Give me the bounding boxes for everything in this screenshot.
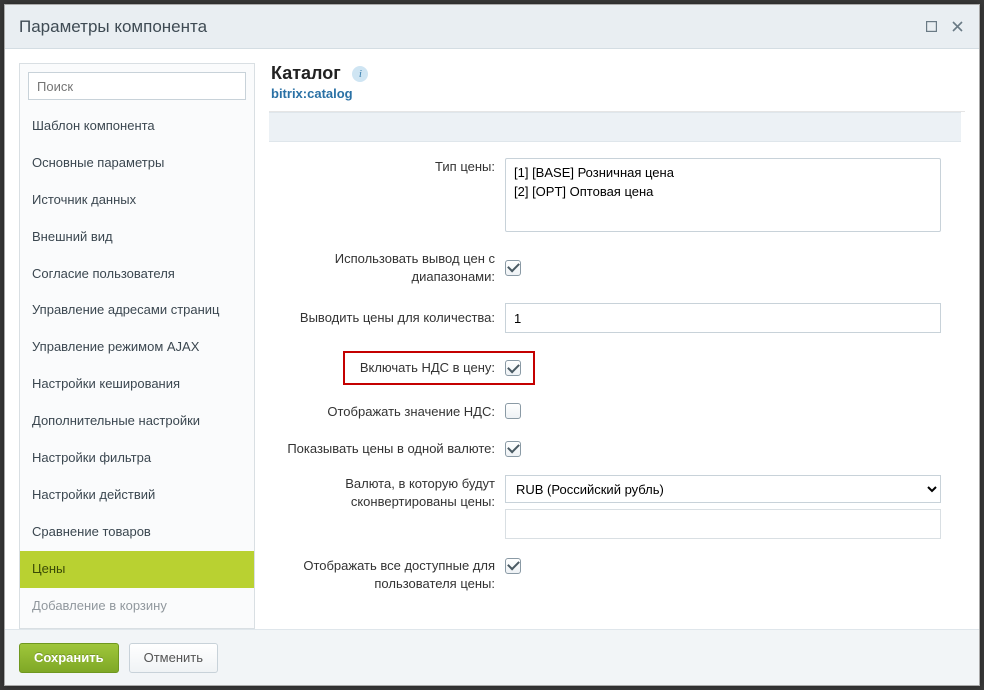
sidebar-item-data-source[interactable]: Источник данных [20, 182, 254, 219]
row-include-vat-wrap: Включать НДС в цену: [269, 351, 961, 385]
checkbox-show-all-user-prices[interactable] [505, 558, 521, 574]
sidebar-item-compare[interactable]: Сравнение товаров [20, 514, 254, 551]
save-button[interactable]: Сохранить [19, 643, 119, 673]
sidebar-item-prices[interactable]: Цены [20, 551, 254, 588]
row-include-vat: Включать НДС в цену: [343, 351, 535, 385]
row-convert-currency: Валюта, в которую будут сконвертированы … [269, 475, 961, 539]
input-show-price-count[interactable] [505, 303, 941, 333]
row-show-all-user-prices: Отображать все доступные для пользовател… [269, 557, 961, 592]
dialog-body: Шаблон компонента Основные параметры Ист… [5, 49, 979, 629]
label-use-price-ranges: Использовать вывод цен с диапазонами: [269, 250, 505, 285]
sidebar-item-appearance[interactable]: Внешний вид [20, 219, 254, 256]
sidebar-item-filter[interactable]: Настройки фильтра [20, 440, 254, 477]
cancel-button[interactable]: Отменить [129, 643, 218, 673]
checkbox-use-price-ranges[interactable] [505, 260, 521, 276]
sidebar-item-template[interactable]: Шаблон компонента [20, 108, 254, 145]
section-band [269, 112, 961, 142]
info-icon[interactable]: i [352, 66, 368, 82]
checkbox-single-currency[interactable] [505, 441, 521, 457]
component-code: bitrix:catalog [271, 86, 965, 101]
select-price-type[interactable]: [1] [BASE] Розничная цена [2] [OPT] Опто… [505, 158, 941, 232]
sidebar-item-main-params[interactable]: Основные параметры [20, 145, 254, 182]
window-title: Параметры компонента [19, 17, 913, 37]
label-show-all-user-prices: Отображать все доступные для пользовател… [269, 557, 505, 592]
sidebar-item-urls[interactable]: Управление адресами страниц [20, 292, 254, 329]
sidebar-item-additional[interactable]: Дополнительные настройки [20, 403, 254, 440]
sidebar-item-cache[interactable]: Настройки кеширования [20, 366, 254, 403]
sidebar: Шаблон компонента Основные параметры Ист… [19, 63, 255, 629]
form-scroll[interactable]: Тип цены: [1] [BASE] Розничная цена [2] … [269, 112, 965, 629]
row-price-type: Тип цены: [1] [BASE] Розничная цена [2] … [269, 158, 961, 232]
label-price-type: Тип цены: [269, 158, 505, 176]
form-area: Тип цены: [1] [BASE] Розничная цена [2] … [269, 111, 965, 629]
row-show-vat: Отображать значение НДС: [269, 403, 961, 422]
row-show-price-count: Выводить цены для количества: [269, 303, 961, 333]
sidebar-nav[interactable]: Шаблон компонента Основные параметры Ист… [20, 108, 254, 628]
option-price-type-1[interactable]: [2] [OPT] Оптовая цена [510, 182, 936, 201]
sidebar-item-consent[interactable]: Согласие пользователя [20, 256, 254, 293]
search-input[interactable] [28, 72, 246, 100]
extra-currency-box[interactable] [505, 509, 941, 539]
row-use-price-ranges: Использовать вывод цен с диапазонами: [269, 250, 961, 285]
checkbox-include-vat[interactable] [505, 360, 521, 376]
row-single-currency: Показывать цены в одной валюте: [269, 440, 961, 458]
footer: Сохранить Отменить [5, 629, 979, 685]
sidebar-item-actions[interactable]: Настройки действий [20, 477, 254, 514]
checkbox-show-vat[interactable] [505, 403, 521, 419]
label-show-vat: Отображать значение НДС: [269, 403, 505, 421]
label-convert-currency: Валюта, в которую будут сконвертированы … [269, 475, 505, 510]
maximize-button[interactable] [923, 19, 939, 35]
label-show-price-count: Выводить цены для количества: [269, 309, 505, 327]
label-single-currency: Показывать цены в одной валюте: [269, 440, 505, 458]
main-header: Каталог i bitrix:catalog [269, 63, 965, 111]
sidebar-item-ajax[interactable]: Управление режимом AJAX [20, 329, 254, 366]
component-title: Каталог [271, 63, 341, 84]
option-price-type-0[interactable]: [1] [BASE] Розничная цена [510, 163, 936, 182]
sidebar-item-add-to-cart[interactable]: Добавление в корзину [20, 588, 254, 625]
dialog-window: Параметры компонента Шаблон компонента О… [4, 4, 980, 686]
select-convert-currency[interactable]: RUB (Российский рубль) [505, 475, 941, 503]
close-button[interactable] [949, 19, 965, 35]
main-panel: Каталог i bitrix:catalog Тип цены: [1] [… [269, 63, 965, 629]
search-wrap [20, 64, 254, 108]
label-include-vat: Включать НДС в цену: [345, 359, 505, 377]
titlebar: Параметры компонента [5, 5, 979, 49]
